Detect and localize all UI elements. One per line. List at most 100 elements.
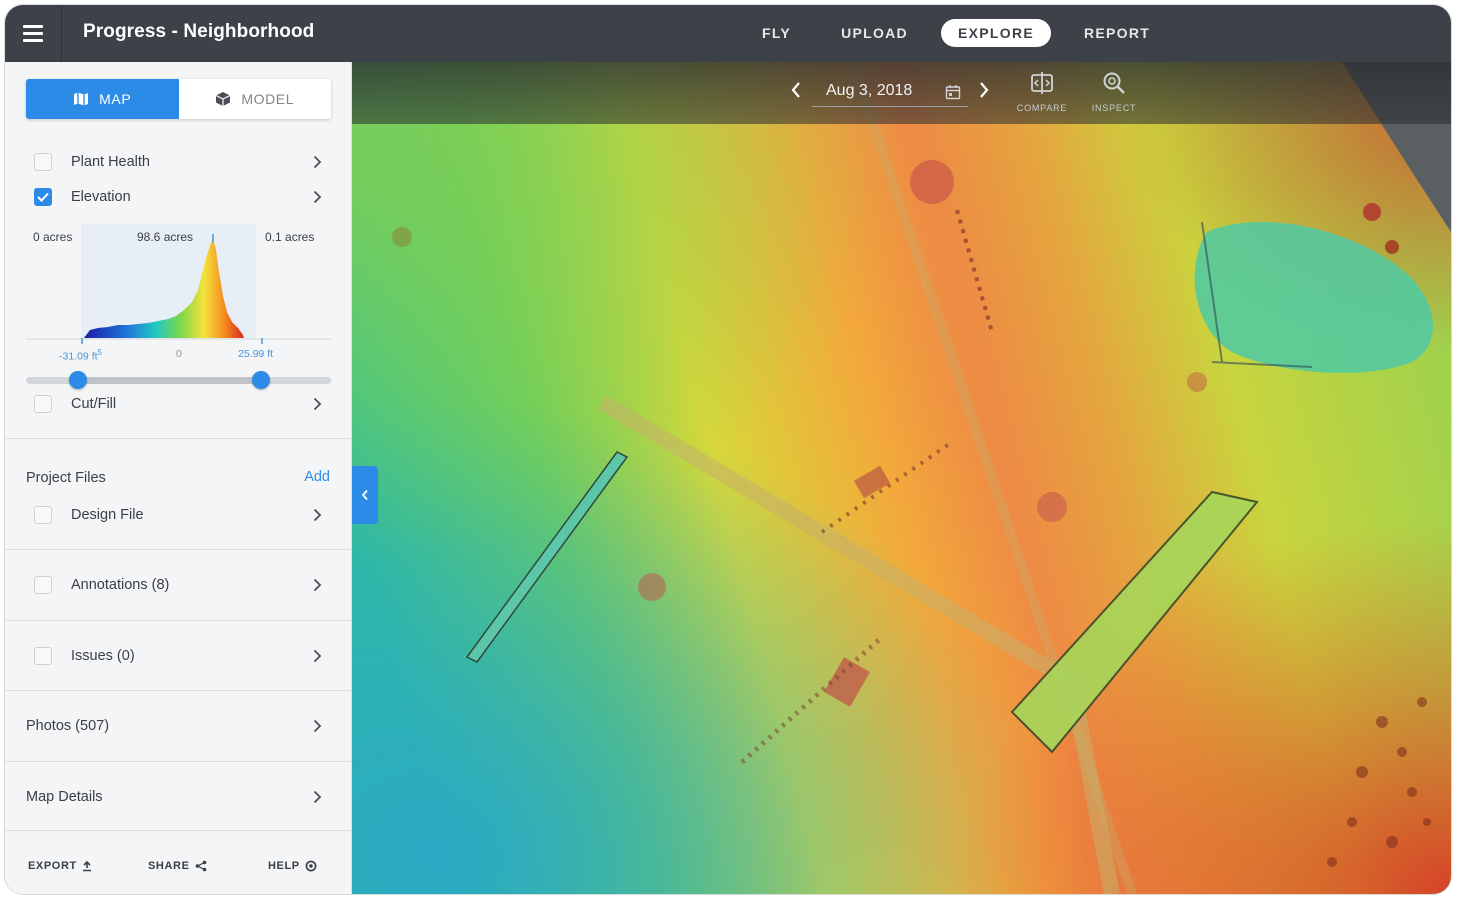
divider — [5, 761, 352, 762]
elevation-label: Elevation — [71, 189, 131, 205]
issues-row[interactable]: Issues (0) — [26, 640, 331, 672]
tree — [392, 227, 412, 247]
elevation-range-slider[interactable] — [26, 370, 331, 390]
tree — [910, 160, 954, 204]
tree — [1363, 203, 1381, 221]
share-button[interactable]: SHARE — [148, 860, 207, 872]
hamburger-menu-icon[interactable] — [5, 5, 62, 62]
main-nav: FLY UPLOAD EXPLORE REPORT — [745, 18, 1183, 48]
export-label: EXPORT — [28, 860, 77, 872]
compare-icon — [1031, 72, 1053, 94]
inspect-icon — [1103, 72, 1125, 94]
chevron-right-icon — [307, 790, 327, 804]
help-icon — [305, 860, 317, 872]
map-icon — [74, 92, 89, 106]
slider-min-handle[interactable] — [68, 371, 87, 389]
inspect-tool-button[interactable]: INSPECT — [1082, 70, 1146, 113]
chevron-right-icon — [307, 155, 327, 169]
elevation-checkbox[interactable] — [34, 188, 52, 206]
calendar-icon[interactable] — [945, 84, 961, 100]
design-file-label: Design File — [71, 507, 144, 523]
elevation-histogram: 0 acres 98.6 acres 0.1 acres -31.09 ft5 … — [26, 224, 331, 363]
map-toolbar: Aug 3, 2018 COMPARE INSPECT — [352, 62, 1451, 124]
elevation-map[interactable]: Aug 3, 2018 COMPARE INSPECT — [352, 62, 1451, 894]
tree — [1187, 372, 1207, 392]
photos-label: Photos (507) — [26, 718, 110, 734]
slider-max-handle[interactable] — [251, 371, 270, 389]
map-view-button[interactable]: MAP — [26, 79, 179, 119]
share-label: SHARE — [148, 860, 190, 872]
collapse-sidebar-button[interactable] — [352, 466, 378, 524]
chevron-right-icon — [307, 190, 327, 204]
next-date-button[interactable] — [978, 81, 998, 103]
chevron-right-icon — [980, 82, 989, 98]
slider-selected-range — [77, 377, 261, 384]
sidebar-footer: EXPORT SHARE HELP — [5, 830, 352, 894]
design-file-row[interactable]: Design File — [26, 499, 331, 531]
add-project-file-link[interactable]: Add — [304, 469, 330, 485]
histogram-max-value: 25.99 ft — [238, 348, 274, 360]
divider — [5, 549, 352, 550]
nav-explore[interactable]: EXPLORE — [940, 19, 1051, 47]
chevron-right-icon — [307, 719, 327, 733]
help-button[interactable]: HELP — [268, 860, 317, 872]
tree — [638, 573, 666, 601]
compare-label: COMPARE — [1016, 103, 1068, 113]
map-details-label: Map Details — [26, 789, 103, 805]
histogram-left-acres: 0 acres — [33, 230, 73, 244]
chevron-left-icon — [791, 82, 800, 98]
nav-report[interactable]: REPORT — [1067, 19, 1167, 47]
view-toggle: MAP MODEL — [26, 79, 331, 119]
chevron-right-icon — [307, 578, 327, 592]
tree — [1385, 240, 1399, 254]
export-icon — [82, 860, 91, 871]
plant-health-label: Plant Health — [71, 154, 150, 170]
survey-date[interactable]: Aug 3, 2018 — [826, 82, 912, 100]
layer-cut-fill[interactable]: Cut/Fill — [26, 388, 331, 420]
model-view-label: MODEL — [241, 91, 295, 107]
map-view-label: MAP — [99, 91, 132, 107]
checkmark-icon — [37, 192, 49, 202]
date-underline — [812, 106, 968, 107]
nav-fly[interactable]: FLY — [745, 19, 808, 47]
annotations-label: Annotations (8) — [71, 577, 170, 593]
top-bar: Progress - Neighborhood FLY UPLOAD EXPLO… — [5, 5, 1451, 62]
cut-fill-checkbox[interactable] — [34, 395, 52, 413]
photos-row[interactable]: Photos (507) — [26, 710, 331, 742]
divider — [5, 690, 352, 691]
layers-sidebar: MAP MODEL Plant Health Elevation 0 acres… — [5, 62, 352, 894]
layer-elevation[interactable]: Elevation — [26, 181, 331, 213]
share-icon — [195, 860, 206, 872]
divider — [5, 438, 352, 439]
project-title: Progress - Neighborhood — [83, 21, 315, 42]
project-files-title: Project Files — [26, 470, 106, 486]
plant-health-checkbox[interactable] — [34, 153, 52, 171]
inspect-label: INSPECT — [1091, 103, 1137, 113]
app-window: Progress - Neighborhood FLY UPLOAD EXPLO… — [5, 5, 1451, 894]
model-view-button[interactable]: MODEL — [178, 79, 331, 119]
histogram-right-acres: 0.1 acres — [265, 230, 315, 244]
layer-plant-health[interactable]: Plant Health — [26, 146, 331, 178]
export-button[interactable]: EXPORT — [28, 860, 92, 872]
map-details-row[interactable]: Map Details — [26, 781, 331, 813]
nav-upload[interactable]: UPLOAD — [824, 19, 925, 47]
issues-label: Issues (0) — [71, 648, 135, 664]
divider — [5, 620, 352, 621]
chevron-right-icon — [307, 508, 327, 522]
design-file-checkbox[interactable] — [34, 506, 52, 524]
elevation-map-image[interactable] — [352, 62, 1451, 894]
chevron-left-icon — [361, 489, 368, 501]
previous-date-button[interactable] — [790, 81, 810, 103]
annotations-row[interactable]: Annotations (8) — [26, 569, 331, 601]
help-label: HELP — [268, 860, 300, 872]
chevron-right-icon — [307, 397, 327, 411]
cube-icon — [216, 92, 231, 106]
histogram-center-acres: 98.6 acres — [137, 230, 194, 244]
cut-fill-label: Cut/Fill — [71, 396, 117, 412]
tree — [1037, 492, 1067, 522]
histogram-zero-value: 0 — [176, 348, 182, 360]
issues-checkbox[interactable] — [34, 647, 52, 665]
annotations-checkbox[interactable] — [34, 576, 52, 594]
chevron-right-icon — [307, 649, 327, 663]
compare-tool-button[interactable]: COMPARE — [1010, 70, 1074, 113]
